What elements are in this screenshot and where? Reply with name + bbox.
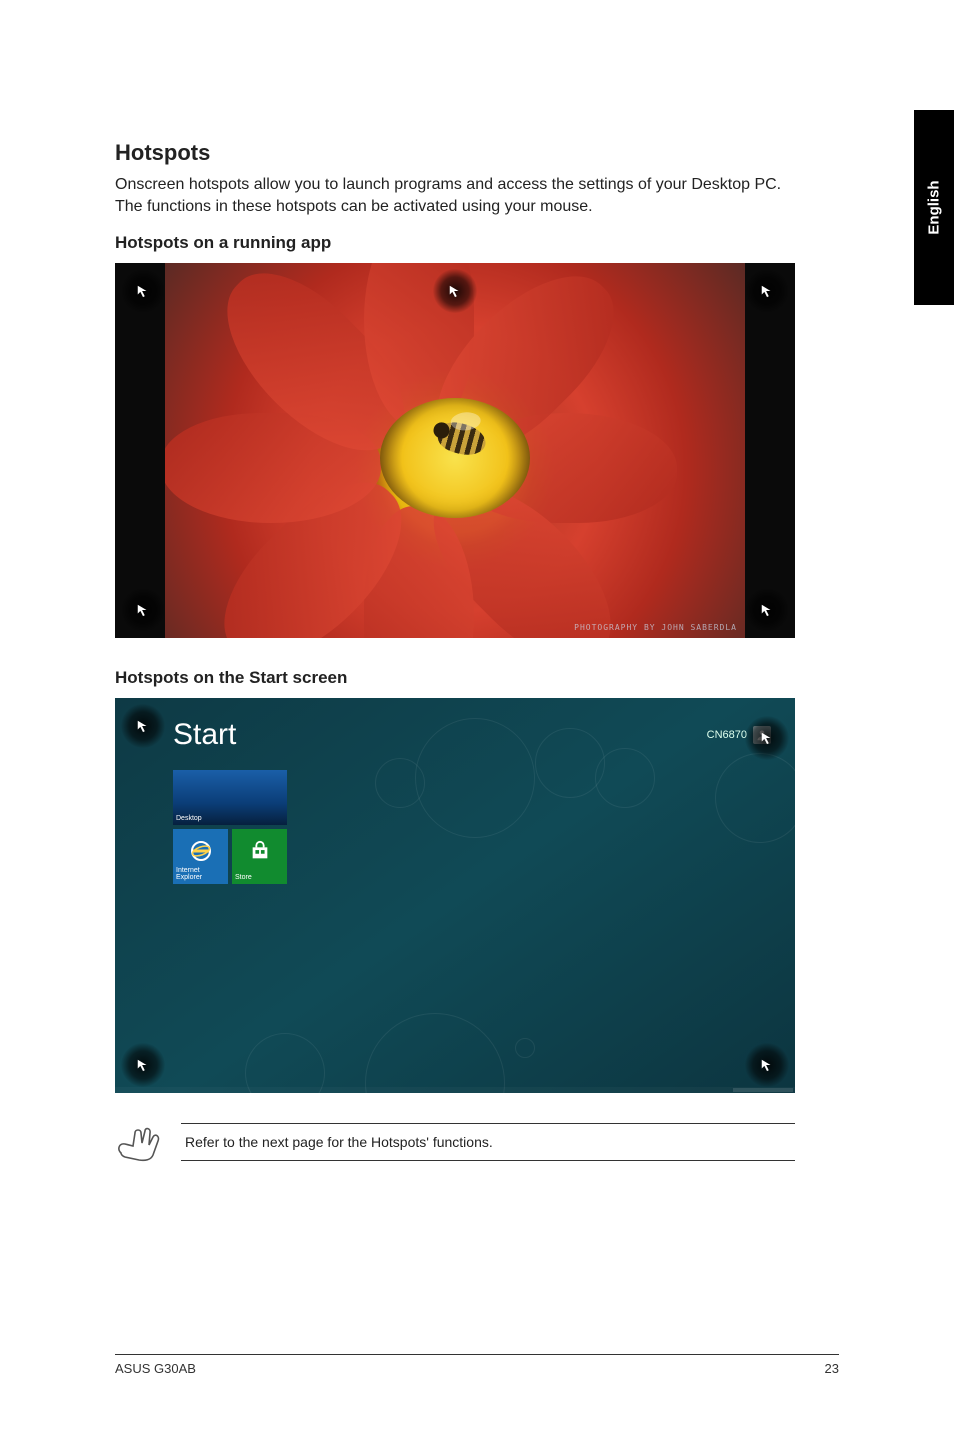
start-screen: Start CN6870 Desktop Internet Explorer [115, 698, 795, 1093]
start-header: Start CN6870 [173, 718, 771, 752]
subheading-start-screen: Hotspots on the Start screen [115, 668, 795, 688]
screenshot-start-screen: Start CN6870 Desktop Internet Explorer [115, 698, 795, 1093]
photo-viewer-image: PHOTOGRAPHY BY JOHN SABERDLA [165, 263, 745, 638]
language-label: English [926, 180, 943, 234]
start-scrollbar[interactable] [115, 1087, 795, 1093]
hotspot-bottom-left[interactable] [121, 1043, 165, 1087]
screenshot-running-app: PHOTOGRAPHY BY JOHN SABERDLA [115, 263, 795, 638]
hotspot-top-left[interactable] [121, 704, 165, 748]
hotspot-bottom-right[interactable] [745, 588, 789, 632]
tile-internet-explorer[interactable]: Internet Explorer [173, 829, 228, 884]
store-icon [249, 840, 271, 864]
app-window: PHOTOGRAPHY BY JOHN SABERDLA [115, 263, 795, 638]
footer-model: ASUS G30AB [115, 1361, 196, 1376]
tile-desktop[interactable]: Desktop [173, 770, 287, 825]
tile-label: Desktop [176, 815, 284, 822]
start-tiles: Desktop Internet Explorer Store [173, 770, 287, 884]
tile-store[interactable]: Store [232, 829, 287, 884]
page-content: Hotspots Onscreen hotspots allow you to … [115, 140, 795, 1163]
subheading-running-app: Hotspots on a running app [115, 233, 795, 253]
language-tab: English [914, 110, 954, 305]
start-title: Start [173, 718, 236, 752]
hotspot-top-right[interactable] [745, 716, 789, 760]
photo-credit: PHOTOGRAPHY BY JOHN SABERDLA [574, 623, 737, 632]
note-hand-icon [115, 1123, 163, 1163]
note: Refer to the next page for the Hotspots'… [115, 1123, 795, 1163]
page-footer: ASUS G30AB 23 [115, 1354, 839, 1376]
footer-page-number: 23 [825, 1361, 839, 1376]
hotspot-top-center[interactable] [433, 269, 477, 313]
section-body: Onscreen hotspots allow you to launch pr… [115, 174, 795, 217]
user-name: CN6870 [707, 729, 747, 741]
hotspot-bottom-left[interactable] [121, 588, 165, 632]
note-text: Refer to the next page for the Hotspots'… [181, 1123, 795, 1161]
tile-label: Internet Explorer [176, 867, 225, 881]
section-title: Hotspots [115, 140, 795, 166]
hotspot-bottom-right[interactable] [745, 1043, 789, 1087]
ie-icon [189, 839, 213, 865]
hotspot-top-right[interactable] [745, 269, 789, 313]
scrollbar-thumb[interactable] [733, 1088, 793, 1092]
tile-label: Store [235, 874, 284, 881]
hotspot-top-left[interactable] [121, 269, 165, 313]
